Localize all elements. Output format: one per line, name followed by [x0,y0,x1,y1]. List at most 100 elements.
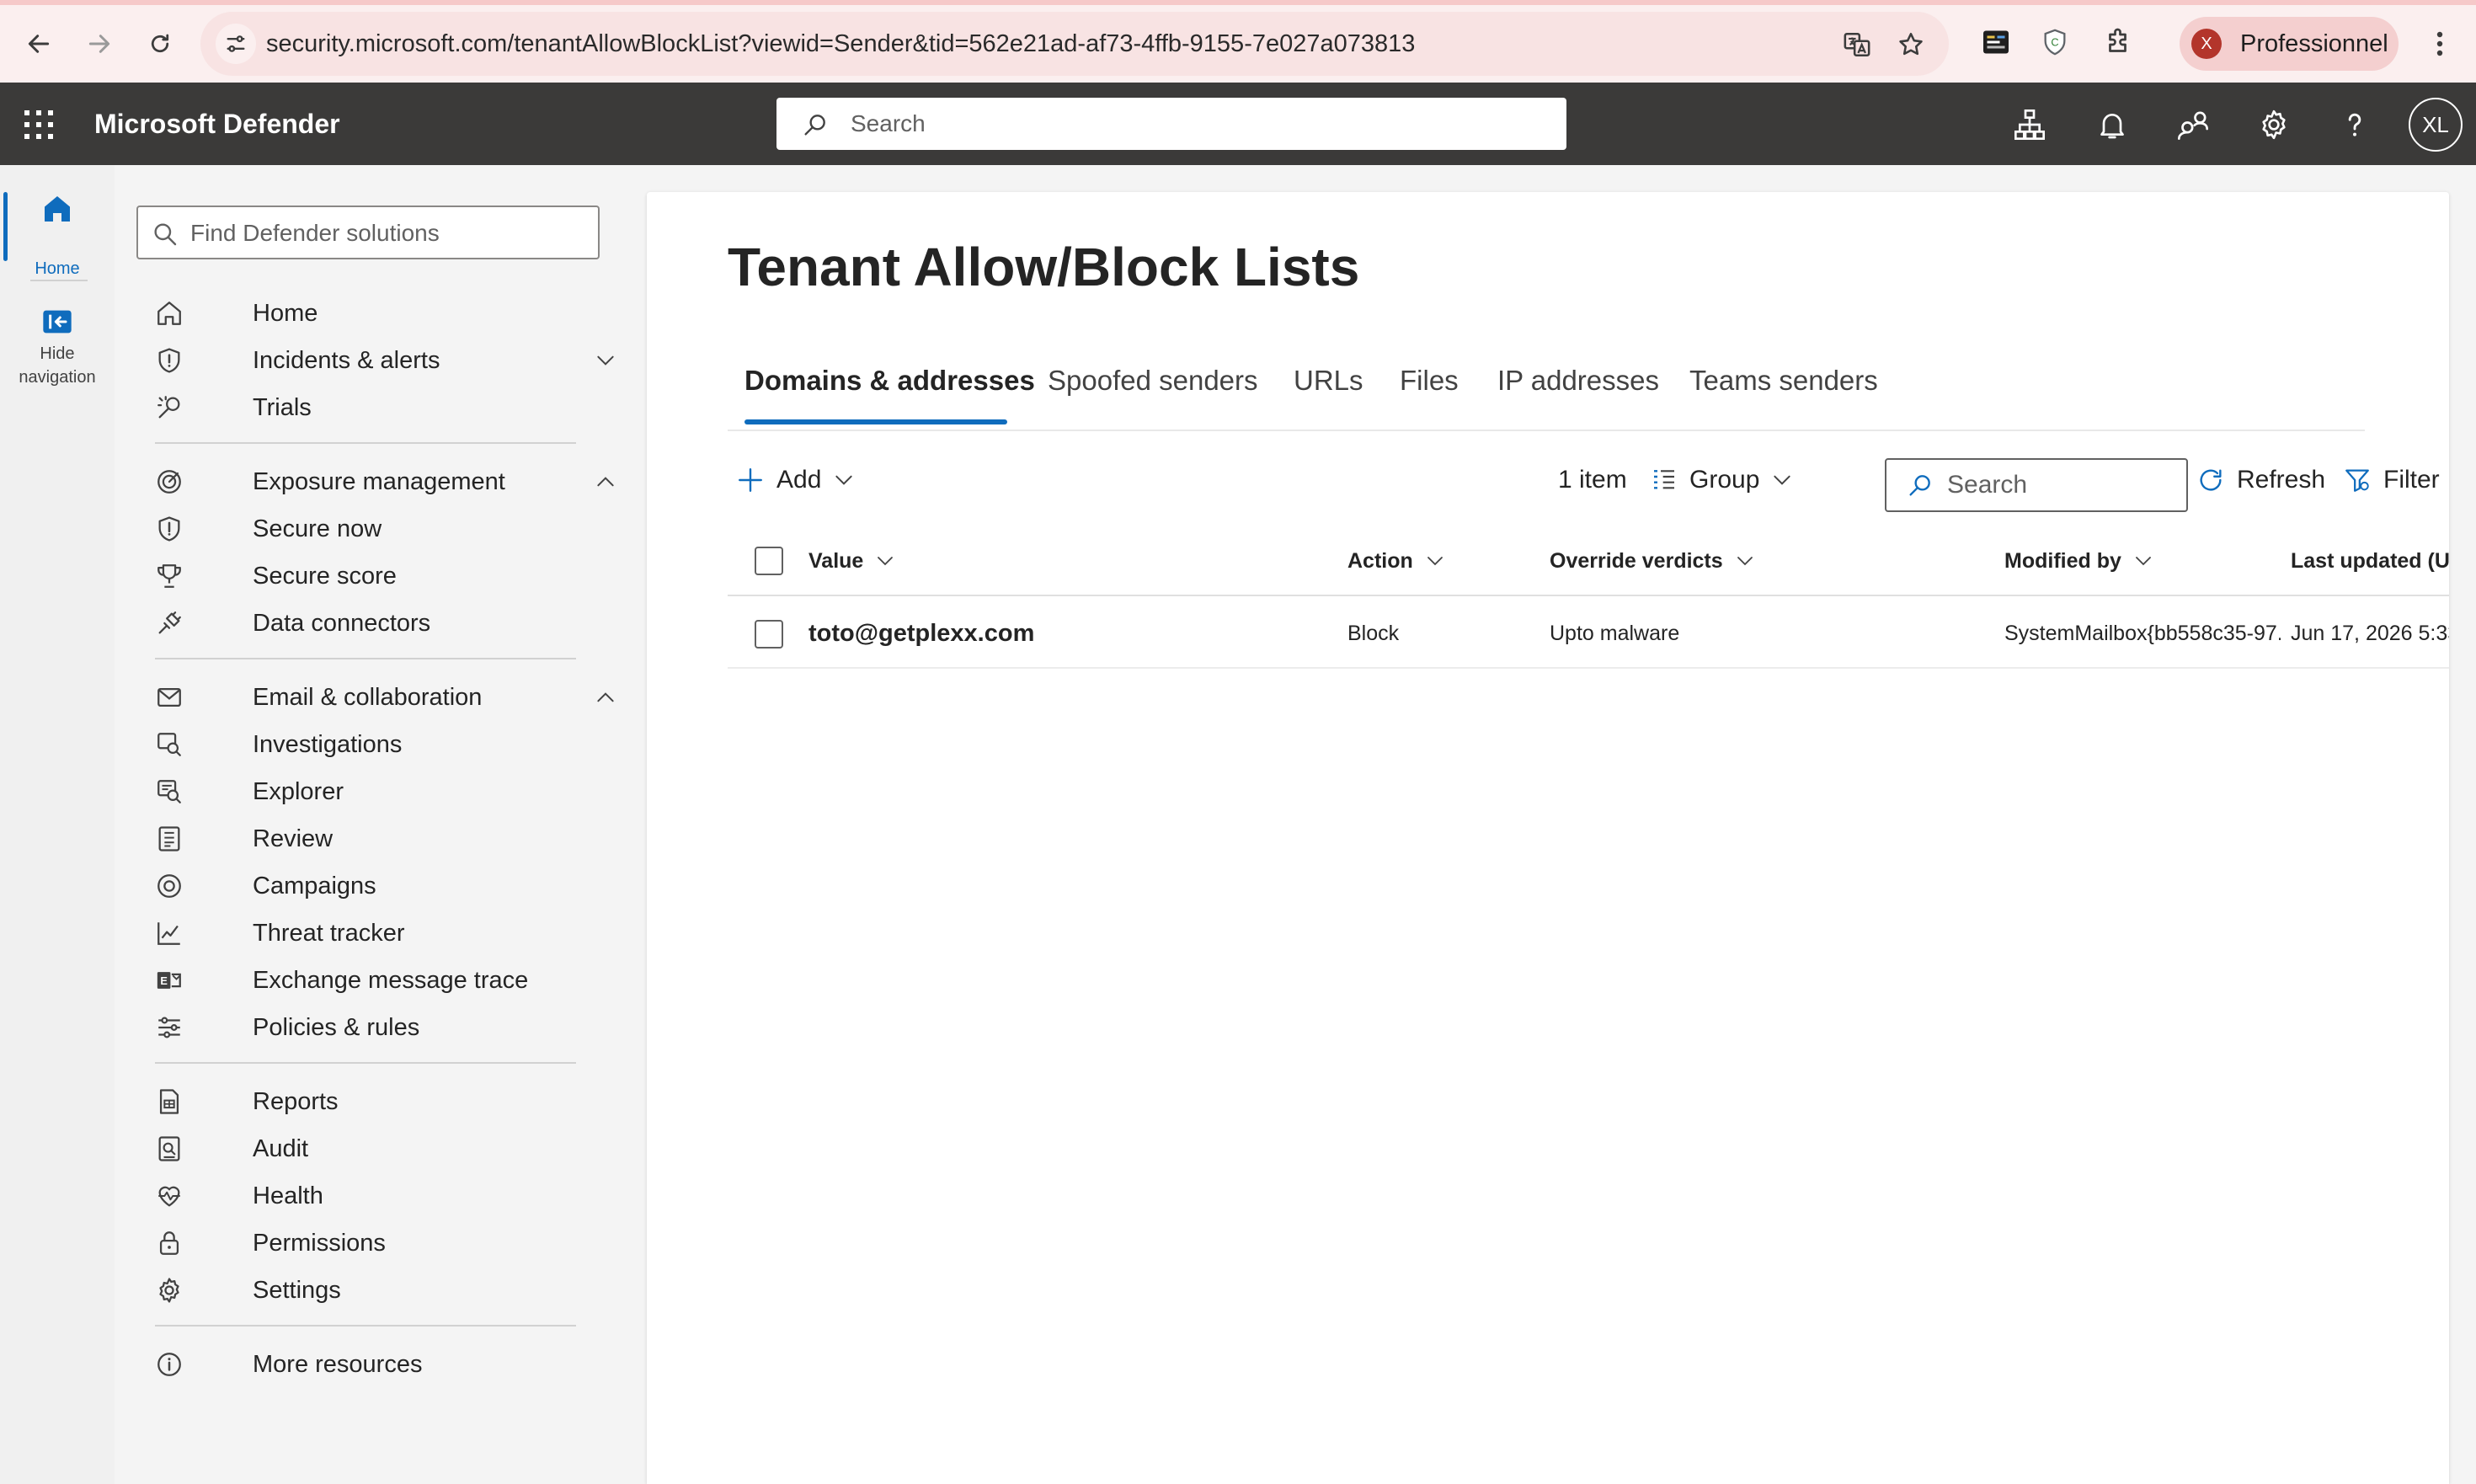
navigation-rail: Home Hide navigation [0,165,115,1484]
table-row[interactable]: toto@getplexx.com Block Upto malware Sys… [728,598,2449,669]
tab-ip-addresses[interactable]: IP addresses [1497,350,1659,411]
shield-icon [155,515,184,543]
cell-value[interactable]: toto@getplexx.com [808,598,1331,669]
sidebar-item-home[interactable]: Home [155,291,627,336]
global-search-input[interactable]: Search [776,98,1566,150]
sidebar-item-exposure-management[interactable]: Exposure management [155,459,627,504]
main-content: Tenant Allow/Block Lists Domains & addre… [647,192,2449,1484]
sidebar-item-label: Investigations [253,731,403,758]
campaigns-icon [155,872,184,900]
sidebar-item-exchange-message-trace[interactable]: E Exchange message trace [155,958,627,1003]
sidebar-item-audit[interactable]: Audit [155,1126,627,1172]
filter-button[interactable]: Filter [2343,448,2440,512]
sidebar-item-more-resources[interactable]: More resources [155,1342,627,1387]
sidebar-item-label: Health [253,1182,323,1209]
tab-domains-addresses[interactable]: Domains & addresses [744,350,1035,411]
notifications-bell-icon[interactable] [2095,108,2129,141]
reload-button[interactable] [138,22,182,66]
chevron-up-icon[interactable] [595,471,616,493]
sidebar-item-trials[interactable]: Trials [155,385,627,430]
home-icon [155,299,184,328]
group-button[interactable]: Group [1651,448,1793,512]
sidebar-item-incidents-alerts[interactable]: Incidents & alerts [155,338,627,383]
sidebar-item-reports[interactable]: Reports [155,1079,627,1124]
column-header-label: Action [1347,549,1413,573]
sidebar-item-policies-rules[interactable]: Policies & rules [155,1005,627,1050]
extensions-puzzle-icon[interactable] [2102,25,2136,59]
heart-pulse-icon [155,1182,184,1210]
search-icon [152,221,179,248]
refresh-icon [2200,469,2222,491]
browser-menu-icon[interactable] [2425,27,2454,61]
sidebar-item-label: Incidents & alerts [253,347,440,374]
community-icon[interactable] [2176,108,2210,141]
lock-icon [155,1229,184,1257]
sidebar-item-email-collaboration[interactable]: Email & collaboration [155,675,627,720]
sidebar-item-health[interactable]: Health [155,1173,627,1219]
chevron-up-icon[interactable] [595,686,616,708]
exposure-icon [155,467,184,496]
sidebar-item-explorer[interactable]: Explorer [155,769,627,814]
trials-icon [155,393,184,422]
sidebar-item-label: Explorer [253,778,344,805]
bookmark-star-icon[interactable] [1897,30,1925,59]
refresh-button[interactable]: Refresh [2196,448,2325,512]
find-solutions-input[interactable]: Find Defender solutions [136,206,600,259]
tab-files[interactable]: Files [1400,350,1459,411]
settings-gear-icon[interactable] [2257,108,2291,141]
chevron-down-icon [1737,557,1753,566]
column-header-override-verdicts[interactable]: Override verdicts [1550,526,1755,596]
command-bar: Add 1 item Group Search Refresh Filter [728,448,2440,512]
tab-teams-senders[interactable]: Teams senders [1689,350,1878,411]
extension-terminal-icon[interactable] [1979,25,2013,59]
collapse-panel-icon [40,305,74,339]
sidebar-item-label: Secure now [253,515,382,542]
sidebar-item-secure-score[interactable]: Secure score [155,553,627,599]
sidebar-item-campaigns[interactable]: Campaigns [155,863,627,909]
sidebar-divider [155,1325,576,1327]
column-header-last-updated[interactable]: Last updated (UT [2291,526,2449,596]
user-avatar[interactable]: XL [2409,98,2463,152]
add-button[interactable]: Add [736,448,855,512]
sidebar-divider [155,658,576,659]
sidebar-item-investigations[interactable]: Investigations [155,722,627,767]
translate-icon[interactable] [1843,30,1871,59]
sidebar-item-label: Exchange message trace [253,967,529,994]
sidebar-item-data-connectors[interactable]: Data connectors [155,601,627,646]
app-launcher-icon[interactable] [22,108,56,141]
column-header-action[interactable]: Action [1347,526,1445,596]
list-search-input[interactable]: Search [1885,458,2188,512]
column-header-value[interactable]: Value [808,526,895,596]
sidebar-item-permissions[interactable]: Permissions [155,1220,627,1266]
sidebar-item-label: More resources [253,1351,423,1378]
hide-navigation-button[interactable]: Hide navigation [0,305,115,389]
help-question-icon[interactable] [2338,108,2372,141]
tab-urls[interactable]: URLs [1294,350,1363,411]
plug-icon [155,609,184,638]
sidebar-item-secure-now[interactable]: Secure now [155,506,627,552]
site-info-icon[interactable] [216,24,256,64]
column-header-modified-by[interactable]: Modified by [2004,526,2153,596]
rail-home-button[interactable]: Home [0,185,115,278]
back-button[interactable] [17,22,61,66]
url-text[interactable]: security.microsoft.com/tenantAllowBlockL… [266,12,1415,76]
sidebar-item-threat-tracker[interactable]: Threat tracker [155,910,627,956]
rail-home-label: Home [35,259,80,278]
profile-button[interactable]: X Professionnel [2180,17,2399,71]
sidebar-item-review[interactable]: Review [155,816,627,862]
address-bar[interactable]: security.microsoft.com/tenantAllowBlockL… [200,12,1949,76]
select-all-checkbox[interactable] [755,547,783,575]
forward-button[interactable] [77,22,121,66]
app-header: Microsoft Defender Search XL [0,83,2476,165]
extension-shield-icon[interactable]: C [2038,25,2072,59]
app-title[interactable]: Microsoft Defender [94,83,340,165]
chevron-down-icon[interactable] [595,350,616,371]
global-search-placeholder: Search [851,110,926,136]
hide-navigation-label-line1: Hide [40,344,75,363]
sidebar-item-settings[interactable]: Settings [155,1268,627,1313]
chevron-down-icon [835,475,853,485]
tab-spoofed-senders[interactable]: Spoofed senders [1048,350,1258,411]
column-header-label: Last updated (UT [2291,549,2449,573]
org-chart-icon[interactable] [2013,108,2046,141]
row-checkbox[interactable] [755,620,783,649]
